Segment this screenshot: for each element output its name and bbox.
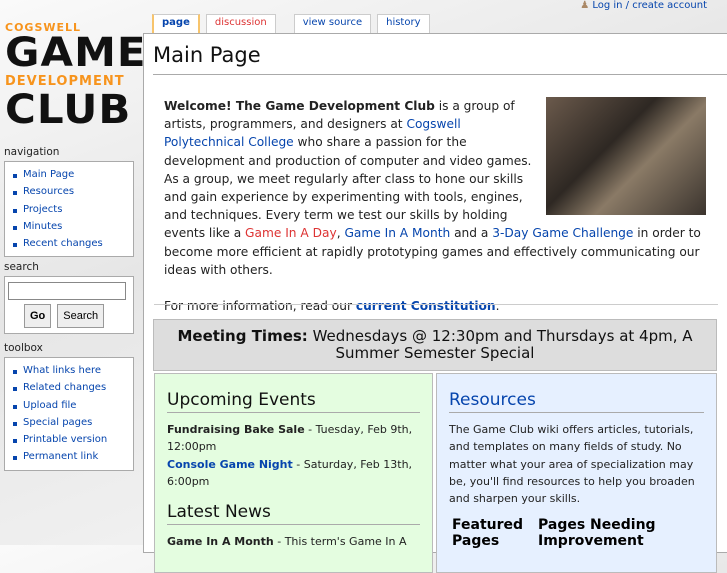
text: and a xyxy=(450,226,493,241)
meeting-label: Meeting Times: xyxy=(177,327,308,345)
login-link[interactable]: ♟ Log in / create account xyxy=(580,0,707,11)
tool-upload-file[interactable]: Upload file xyxy=(23,400,76,411)
nav-resources: Resources xyxy=(11,183,133,200)
toolbox-heading: toolbox xyxy=(4,342,43,354)
user-icon: ♟ xyxy=(580,0,590,11)
tab-page[interactable]: page xyxy=(152,14,200,33)
content-area: Main Page Welcome! The Game Development … xyxy=(143,33,727,573)
event-link[interactable]: Console Game Night xyxy=(167,458,293,471)
nav-link[interactable]: Main Page xyxy=(23,169,74,180)
login-label: Log in / create account xyxy=(592,0,707,11)
tab-discussion[interactable]: discussion xyxy=(205,14,276,33)
go-button[interactable]: Go xyxy=(24,304,52,328)
news-text: - This term's Game In A xyxy=(273,535,407,549)
tool-printable-version[interactable]: Printable version xyxy=(23,434,107,445)
search-heading: search xyxy=(4,261,39,273)
club-photo[interactable] xyxy=(546,97,706,215)
tool-what-links-here[interactable]: What links here xyxy=(23,365,101,376)
nav-minutes: Minutes xyxy=(11,218,133,235)
text: For more information, read our xyxy=(164,299,356,314)
text: . xyxy=(495,299,500,314)
text: who share a passion for the development … xyxy=(164,135,532,241)
challenge-link[interactable]: 3-Day Game Challenge xyxy=(492,226,633,240)
tool-special-pages[interactable]: Special pages xyxy=(23,417,92,428)
meeting-text: Wednesdays @ 12:30pm and Thursdays at 4p… xyxy=(307,327,693,362)
constitution-link[interactable]: current Constitution xyxy=(356,299,496,313)
tool-permanent-link[interactable]: Permanent link xyxy=(23,451,98,462)
meeting-times-banner: Meeting Times: Wednesdays @ 12:30pm and … xyxy=(153,319,717,371)
navigation-heading: navigation xyxy=(4,146,60,158)
title-divider xyxy=(153,74,727,75)
events-box: Upcoming Events Fundraising Bake Sale - … xyxy=(154,373,433,573)
events-heading: Upcoming Events xyxy=(167,390,420,413)
game-in-a-month-link[interactable]: Game In A Month xyxy=(344,226,450,240)
nav-recent-changes: Recent changes xyxy=(11,235,133,252)
search-panel: Go Search xyxy=(4,276,134,334)
search-button[interactable]: Search xyxy=(57,304,105,328)
resources-box: Resources The Game Club wiki offers arti… xyxy=(436,373,717,573)
club-logo[interactable]: COGSWELL GAME DEVELOPMENT CLUB xyxy=(5,22,146,130)
nav-link[interactable]: Resources xyxy=(23,186,74,197)
search-input[interactable] xyxy=(8,282,126,300)
tab-view-source[interactable]: view source xyxy=(293,14,372,33)
welcome-text: Welcome! The Game Development Club xyxy=(164,99,435,113)
toolbox-panel: What links here Related changes Upload f… xyxy=(4,357,134,471)
tab-history[interactable]: history xyxy=(377,14,430,33)
game-in-a-day-link[interactable]: Game In A Day xyxy=(245,226,337,240)
nav-projects: Projects xyxy=(11,201,133,218)
tool-related-changes[interactable]: Related changes xyxy=(23,382,106,393)
page-title: Main Page xyxy=(153,43,261,67)
event-title: Fundraising Bake Sale xyxy=(167,423,305,436)
resources-heading[interactable]: Resources xyxy=(449,390,704,413)
resources-text: The Game Club wiki offers articles, tuto… xyxy=(449,423,695,506)
nav-link[interactable]: Projects xyxy=(23,204,62,215)
news-title: Game In A Month xyxy=(167,535,274,549)
news-heading: Latest News xyxy=(167,502,420,526)
divider xyxy=(154,304,718,305)
nav-main-page: Main Page xyxy=(11,166,133,183)
logo-text: CLUB xyxy=(5,87,132,133)
nav-link[interactable]: Minutes xyxy=(23,221,62,232)
intro-paragraph: Welcome! The Game Development Club is a … xyxy=(164,97,706,315)
logo-text: GAME xyxy=(5,30,147,76)
navigation-panel: Main Page Resources Projects Minutes Rec… xyxy=(4,161,134,258)
nav-link[interactable]: Recent changes xyxy=(23,238,103,249)
